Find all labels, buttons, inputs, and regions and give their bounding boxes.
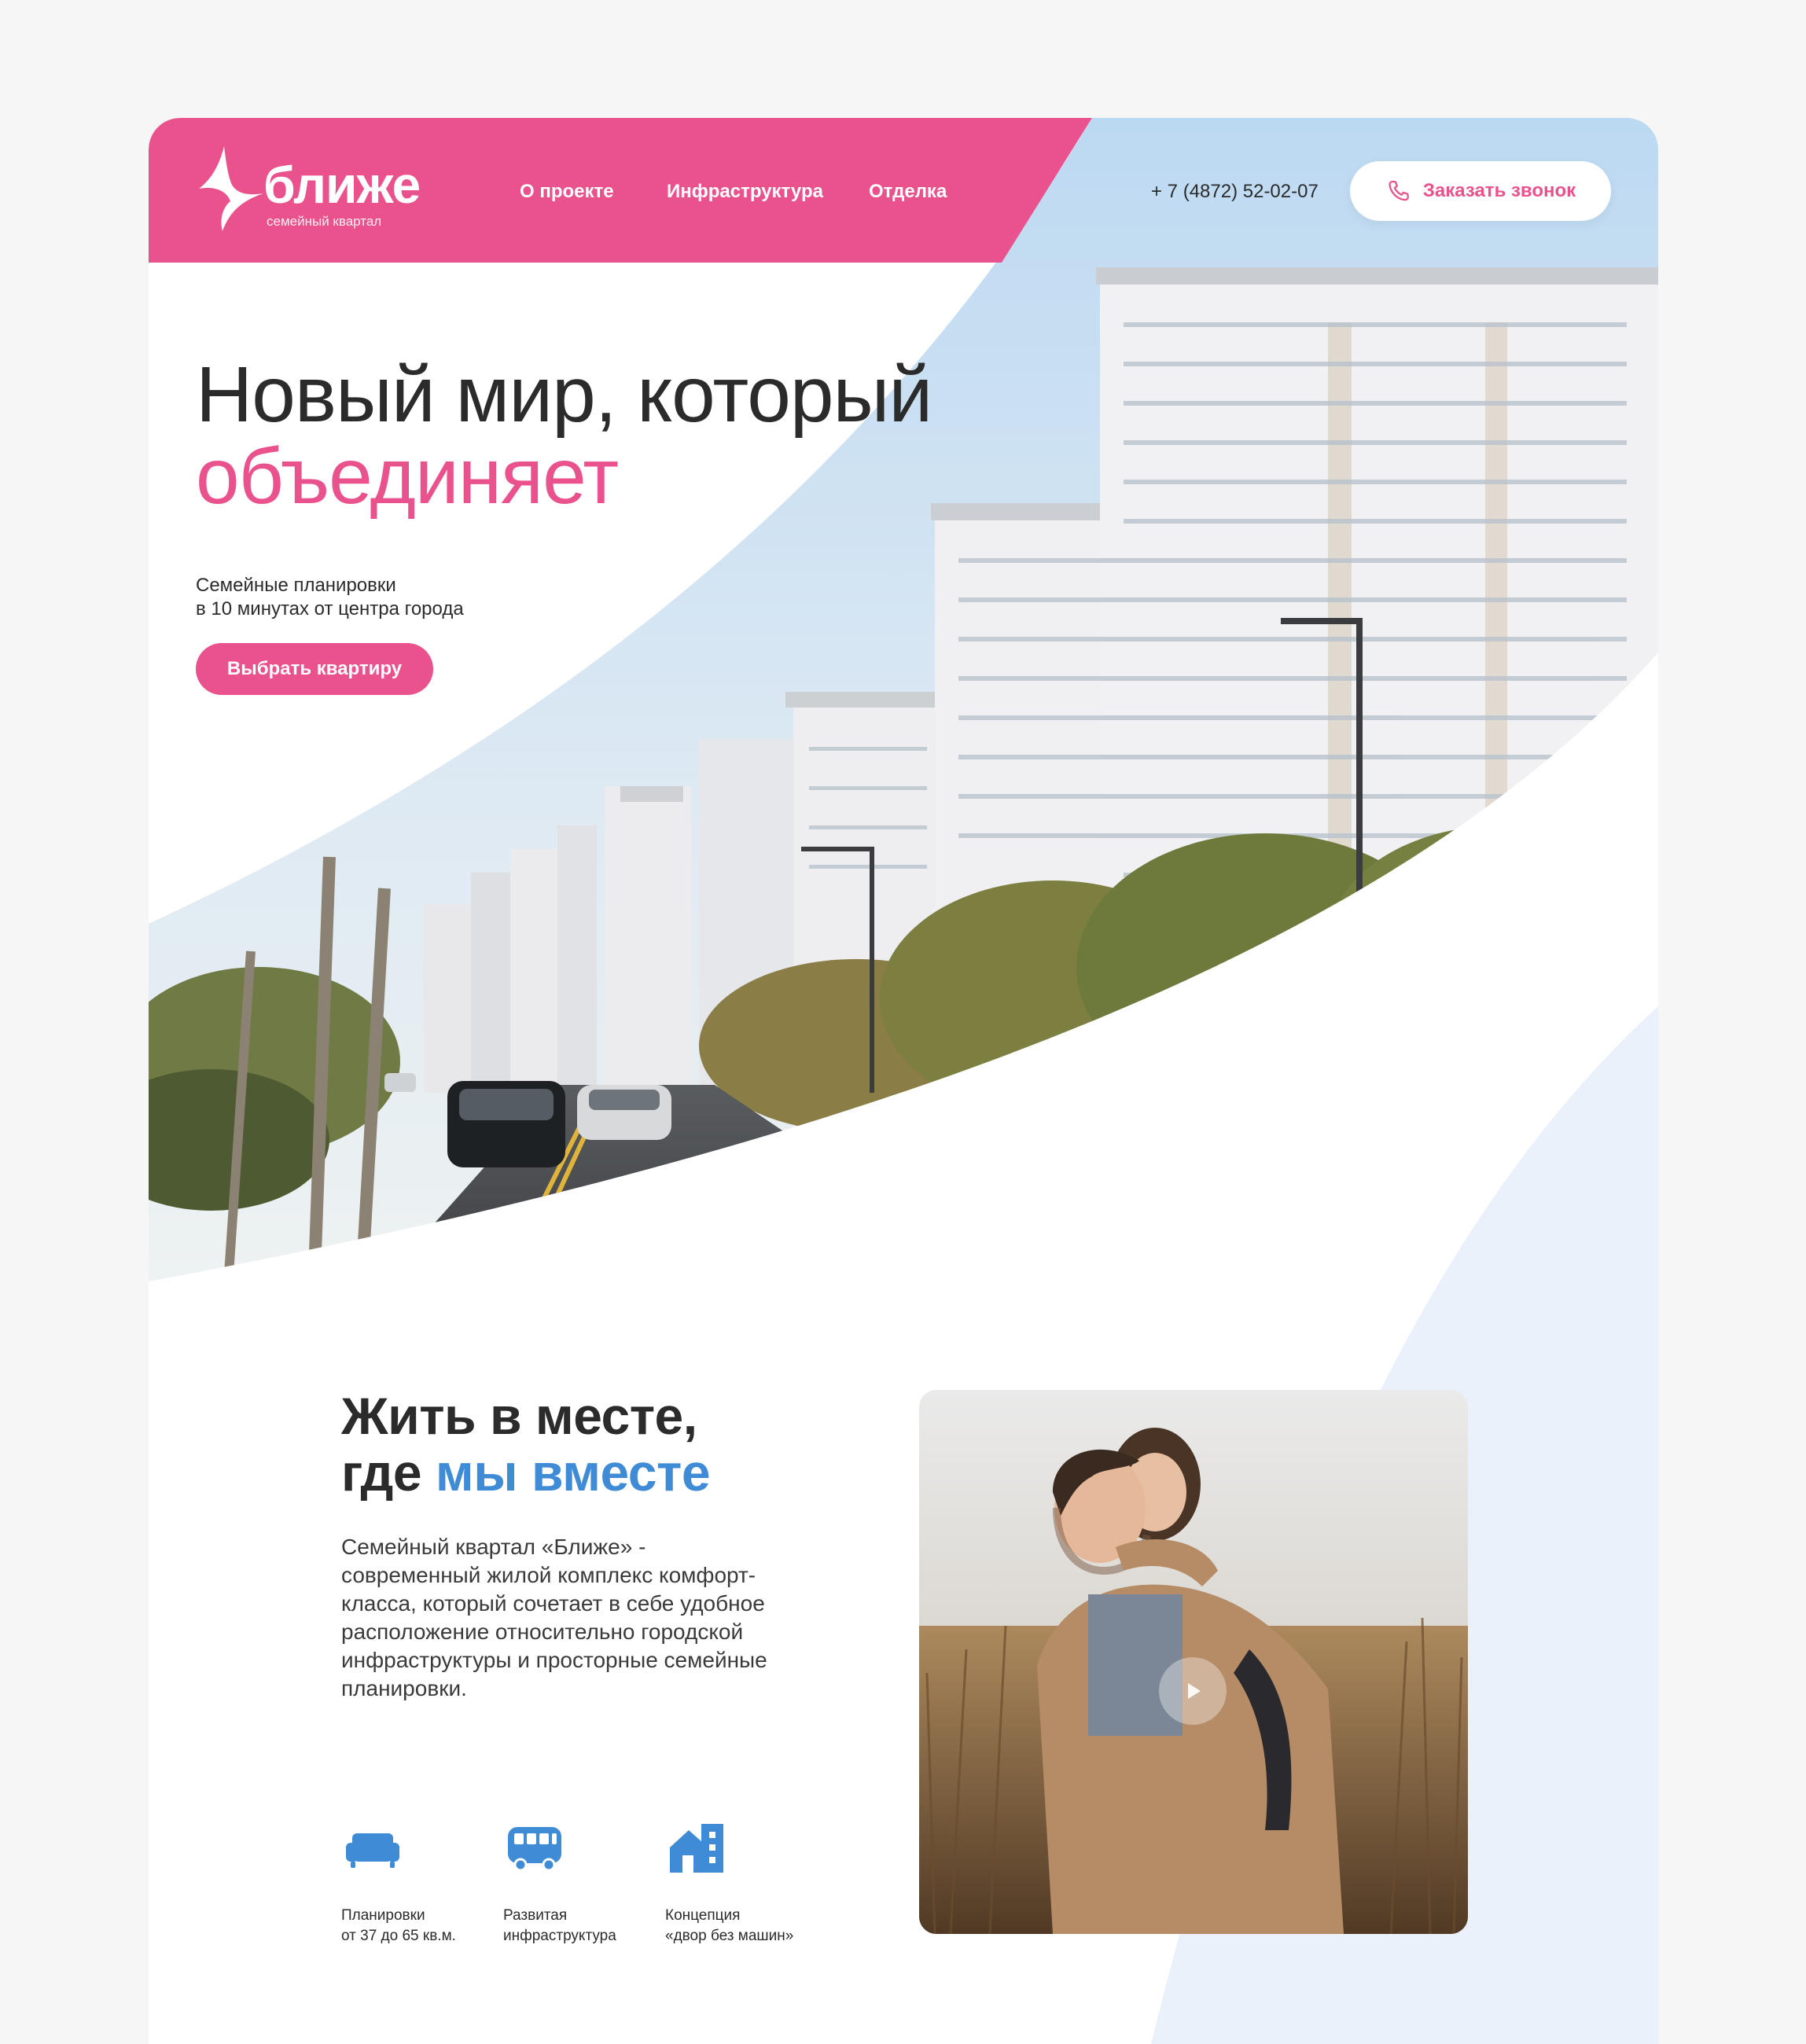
hero-subtitle-line2: в 10 минутах от центра города (196, 598, 464, 619)
video-preview[interactable] (919, 1390, 1468, 1934)
sofa-icon (346, 1833, 399, 1868)
brand-logo[interactable]: ближе семейный квартал (196, 145, 447, 239)
nav-item-infrastructure[interactable]: Инфраструктура (667, 181, 823, 203)
play-button[interactable] (1159, 1657, 1227, 1725)
feature-text-concept: Концепция «двор без машин» (665, 1906, 793, 1947)
about-description: Семейный квартал «Ближе» - современный ж… (341, 1535, 767, 1700)
nav-item-finishing[interactable]: Отделка (869, 181, 947, 203)
about-title: Жить в месте, где мы вместе (341, 1387, 711, 1502)
bus-icon (508, 1827, 561, 1872)
landing-page: ближе семейный квартал О проекте Инфраст… (149, 118, 1658, 2044)
nav-item-about[interactable]: О проекте (520, 181, 614, 203)
order-call-button[interactable]: Заказать звонок (1350, 161, 1611, 221)
hero-title: Новый мир, который объединяет (196, 354, 932, 517)
hero-title-line2: объединяет (196, 432, 619, 520)
feature-line1: Концепция (665, 1907, 741, 1924)
logo-wordmark: ближе (263, 156, 421, 214)
feature-line2: от 37 до 65 кв.м. (341, 1928, 456, 1944)
logo-mark-icon (199, 146, 263, 231)
about-title-line2: где мы вместе (341, 1443, 711, 1502)
hero-title-line1: Новый мир, который (196, 351, 932, 439)
feature-line2: «двор без машин» (665, 1928, 794, 1944)
phone-number[interactable]: + 7 (4872) 52-02-07 (1151, 181, 1319, 203)
choose-apartment-button[interactable]: Выбрать квартиру (196, 643, 433, 695)
hero-subtitle: Семейные планировки в 10 минутах от цент… (196, 574, 464, 621)
feature-line1: Развитая (503, 1907, 568, 1924)
hero-photo (149, 118, 1658, 1281)
about-title-plain: где (341, 1443, 436, 1502)
order-call-label: Заказать звонок (1422, 180, 1576, 201)
feature-text-infrastructure: Развитая инфраструктура (503, 1906, 616, 1947)
about-title-line1: Жить в месте, (341, 1387, 697, 1445)
about-title-accent: мы вместе (435, 1443, 711, 1502)
phone-icon (1389, 180, 1409, 201)
logo-tagline: семейный квартал (267, 214, 382, 229)
feature-line2: инфраструктура (503, 1928, 616, 1944)
feature-text-layouts: Планировки от 37 до 65 кв.м. (341, 1906, 456, 1947)
play-icon (1188, 1683, 1201, 1699)
feature-line1: Планировки (341, 1907, 425, 1924)
house-icon (670, 1824, 723, 1873)
hero-subtitle-line1: Семейные планировки (196, 575, 396, 596)
